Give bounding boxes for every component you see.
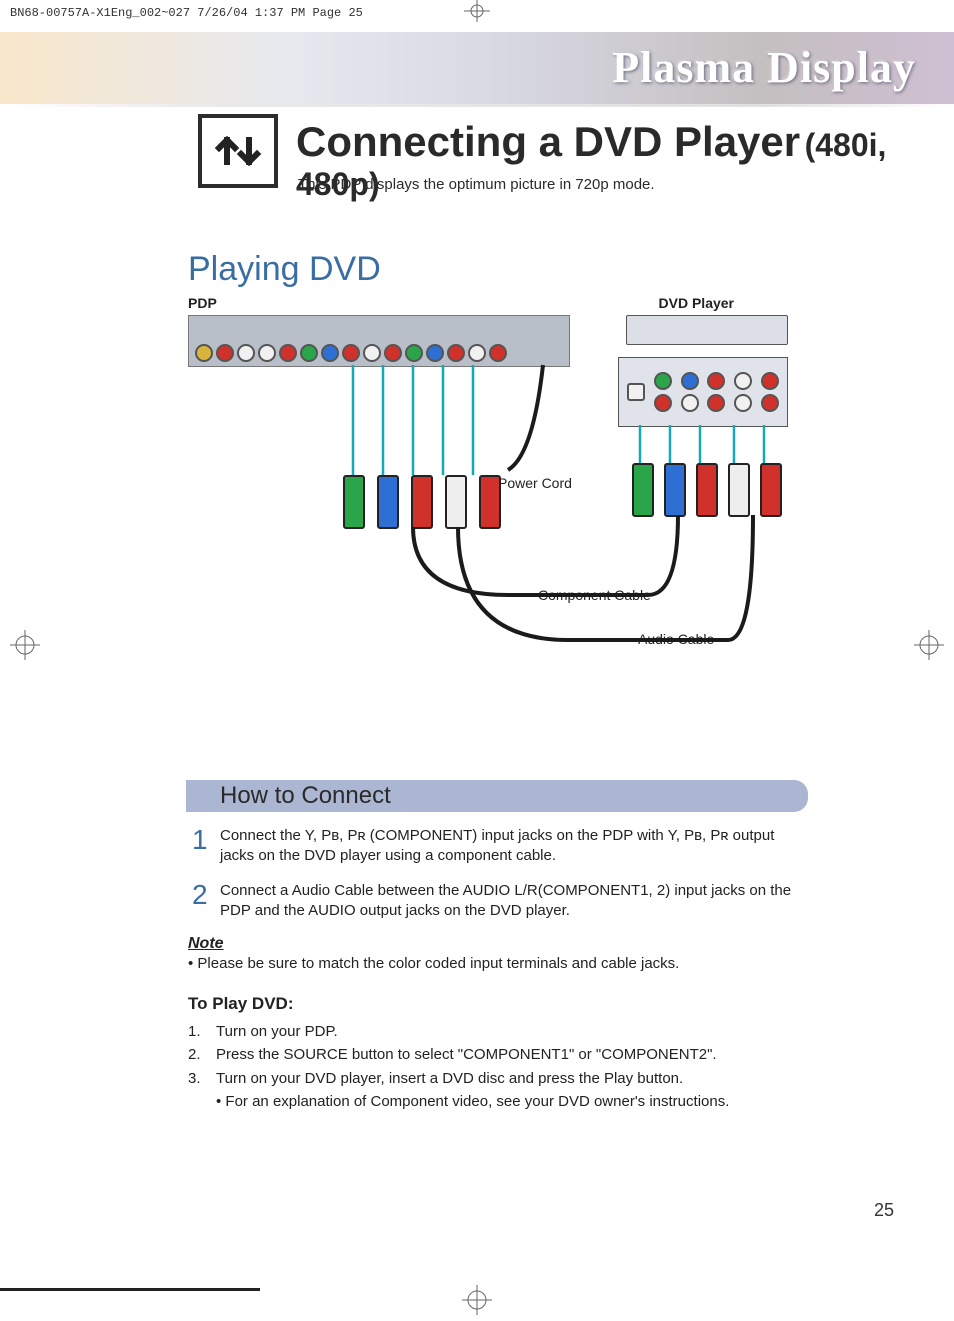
how-to-connect-bar: How to Connect	[186, 780, 808, 812]
step-number: 2	[192, 881, 210, 922]
registration-mark-bottom	[462, 1285, 492, 1315]
note-text: • Please be sure to match the color code…	[188, 955, 808, 972]
note-heading: Note	[188, 935, 808, 953]
banner-underline	[0, 104, 954, 107]
page-title-main: Connecting a DVD Player	[296, 118, 800, 165]
list-item: 1. Turn on your PDP.	[188, 1020, 808, 1043]
cable-lines	[188, 295, 788, 655]
page-number: 25	[874, 1200, 894, 1221]
list-subtext: • For an explanation of Component video,…	[188, 1090, 808, 1113]
step-2: 2 Connect a Audio Cable between the AUDI…	[188, 881, 808, 922]
list-item: 2. Press the SOURCE button to select "CO…	[188, 1043, 808, 1066]
registration-mark-top	[462, 0, 492, 22]
section-heading-playing: Playing DVD	[188, 250, 381, 289]
step-1: 1 Connect the Y, Pʙ, Pʀ (COMPONENT) inpu…	[188, 826, 808, 867]
step-text: Connect a Audio Cable between the AUDIO …	[220, 881, 808, 922]
registration-mark-right	[914, 630, 944, 660]
list-number: 1.	[188, 1020, 206, 1043]
to-play-list: 1. Turn on your PDP. 2. Press the SOURCE…	[188, 1020, 808, 1113]
how-to-connect-section: How to Connect 1 Connect the Y, Pʙ, Pʀ (…	[188, 780, 808, 1113]
bottom-trim-bar	[0, 1288, 260, 1291]
step-number: 1	[192, 826, 210, 867]
list-text: Turn on your DVD player, insert a DVD di…	[216, 1067, 683, 1090]
page-subtitle: This PDP displays the optimum picture in…	[298, 176, 655, 193]
arrows-icon	[198, 114, 278, 188]
how-to-connect-heading: How to Connect	[220, 782, 391, 810]
registration-mark-left	[10, 630, 40, 660]
banner-title: Plasma Display	[612, 42, 916, 93]
banner: Plasma Display	[0, 32, 954, 104]
step-text: Connect the Y, Pʙ, Pʀ (COMPONENT) input …	[220, 826, 808, 867]
list-text: Press the SOURCE button to select "COMPO…	[216, 1043, 717, 1066]
list-text: Turn on your PDP.	[216, 1020, 338, 1043]
connection-diagram: PDP DVD Player Power Cord Component Cabl…	[188, 295, 788, 655]
list-item: 3. Turn on your DVD player, insert a DVD…	[188, 1067, 808, 1090]
to-play-heading: To Play DVD:	[188, 994, 808, 1014]
list-number: 2.	[188, 1043, 206, 1066]
list-number: 3.	[188, 1067, 206, 1090]
